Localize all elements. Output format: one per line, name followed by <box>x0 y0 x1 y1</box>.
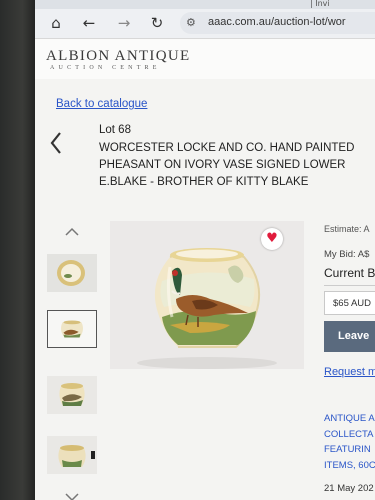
back-to-catalogue-link[interactable]: Back to catalogue <box>56 98 147 110</box>
lot-title: WORCESTER LOCKE AND CO. HAND PAINTED PHE… <box>99 140 375 191</box>
site-logo-subtitle: AUCTION CENTRE <box>50 65 161 71</box>
catalogue-info-line[interactable]: COLLECTA <box>324 427 375 443</box>
lot-title-line: E.BLAKE - BROTHER OF KITTY BLAKE <box>99 176 309 188</box>
reload-icon[interactable]: ↻ <box>147 13 167 33</box>
thumbnail-rear-view[interactable] <box>47 436 97 474</box>
leave-bid-button[interactable]: Leave <box>324 321 375 352</box>
catalogue-info-link[interactable]: ANTIQUE A COLLECTA FEATURIN ITEMS, 60C <box>324 411 375 473</box>
device-frame: | Invi ⌂ ← → ↻ ⚙ aaac.com.au/auction-lot… <box>0 0 375 500</box>
thumbnails-up-chevron-icon[interactable] <box>64 227 80 237</box>
lot-title-line: WORCESTER LOCKE AND CO. HAND PAINTED <box>99 142 355 154</box>
back-arrow-icon[interactable]: ← <box>79 13 99 33</box>
site-header: ALBION ANTIQUE AUCTION CENTRE <box>35 39 375 79</box>
thumbnail-side-view[interactable] <box>47 376 97 414</box>
my-bid-label: My Bid: A$ <box>324 249 370 260</box>
url-text[interactable]: aaac.com.au/auction-lot/wor <box>208 16 346 28</box>
lot-number: Lot 68 <box>99 124 131 136</box>
current-bid-label: Current B <box>324 266 375 280</box>
catalogue-info-line[interactable]: FEATURIN <box>324 442 375 458</box>
previous-lot-chevron-icon[interactable] <box>49 131 63 155</box>
thumbnail-top-view[interactable] <box>47 254 97 292</box>
thumbnail-front-view[interactable] <box>47 310 97 348</box>
catalogue-info-line[interactable]: ANTIQUE A <box>324 411 375 427</box>
site-settings-icon[interactable]: ⚙ <box>186 16 196 29</box>
favourite-heart-icon[interactable]: ♥ <box>261 228 283 250</box>
estimate-label: Estimate: A <box>324 224 370 234</box>
thumbnails-down-chevron-icon[interactable] <box>64 492 80 500</box>
lot-title-line: PHEASANT ON IVORY VASE SIGNED LOWER <box>99 159 346 171</box>
catalogue-date: 21 May 202 <box>324 483 374 494</box>
tab-strip: | Invi <box>35 0 375 9</box>
catalogue-info-line[interactable]: ITEMS, 60C <box>324 458 375 474</box>
address-bar[interactable]: ⚙ aaac.com.au/auction-lot/wor <box>180 12 375 34</box>
home-icon[interactable]: ⌂ <box>46 13 66 33</box>
browser-toolbar: ⌂ ← → ↻ ⚙ aaac.com.au/auction-lot/wor <box>35 9 375 39</box>
site-logo[interactable]: ALBION ANTIQUE <box>46 48 190 65</box>
tab-label[interactable]: | Invi <box>310 0 330 8</box>
divider <box>324 285 375 286</box>
forward-arrow-icon[interactable]: → <box>114 13 134 33</box>
bid-amount-select[interactable]: $65 AUD <box>324 291 375 315</box>
request-more-info-link[interactable]: Request m <box>324 366 375 378</box>
browser-screen: | Invi ⌂ ← → ↻ ⚙ aaac.com.au/auction-lot… <box>35 0 375 500</box>
